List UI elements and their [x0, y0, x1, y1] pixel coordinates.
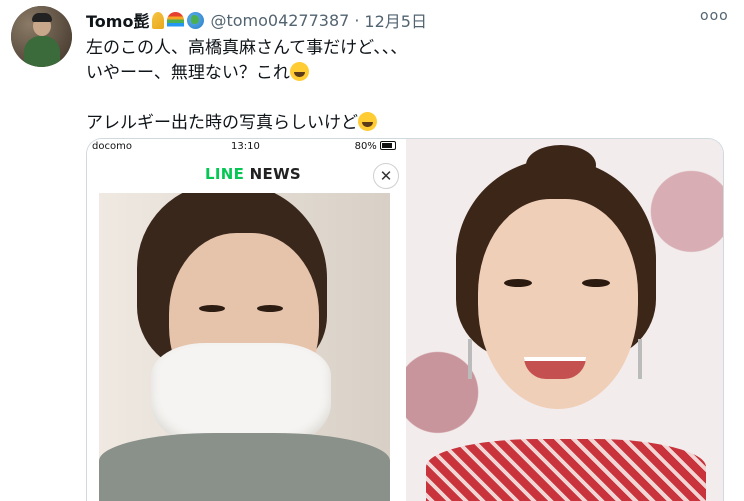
- line-news-logo: LINE NEWS: [205, 165, 301, 183]
- close-icon[interactable]: ✕: [373, 163, 399, 189]
- status-time: 13:10: [231, 141, 260, 152]
- masked-woman-photo: [99, 193, 390, 501]
- media-image-right[interactable]: [406, 139, 723, 501]
- photo-dress: [426, 439, 706, 501]
- author-avatar[interactable]: [11, 6, 72, 67]
- tweet-text: 左のこの人、高橋真麻さんて事だけど、、、 いやーー、無理ない？これ アレルギー出…: [86, 36, 726, 136]
- author-name[interactable]: Tomo髭: [86, 8, 149, 32]
- rainbow-emoji-icon: [167, 11, 185, 29]
- photo-earring-left: [468, 339, 472, 379]
- tweet-date[interactable]: 12月5日: [364, 8, 427, 32]
- more-options-icon[interactable]: ooo: [700, 8, 729, 24]
- author-handle[interactable]: @tomo04277387: [210, 11, 349, 30]
- tweet-line-2: いやーー、無理ない？これ: [86, 63, 290, 83]
- photo-eye-right: [257, 305, 283, 312]
- photo-eye-left: [504, 279, 532, 287]
- photo-earring-right: [638, 339, 642, 379]
- avatar-hair: [32, 13, 52, 22]
- tweet-header: Tomo髭 @tomo04277387 · 12月5日: [86, 8, 427, 32]
- news-logo-text: NEWS: [244, 165, 302, 183]
- rofl-emoji-icon: [289, 62, 309, 81]
- sweat-smile-emoji-icon: [358, 112, 377, 131]
- status-battery: 80%: [355, 141, 396, 152]
- header-separator: ·: [354, 10, 360, 30]
- ribbon-emoji-icon: [152, 11, 165, 29]
- status-carrier: docomo: [92, 141, 132, 152]
- photo-sweater: [99, 433, 390, 501]
- earth-emoji-icon: [187, 11, 205, 29]
- tweet-line-3: アレルギー出た時の写真らしいけど: [86, 113, 358, 133]
- tweet-media[interactable]: docomo 13:10 80% LINE NEWS ✕: [86, 138, 724, 501]
- battery-percent: 80%: [354, 141, 377, 152]
- tweet-line-1: 左のこの人、高橋真麻さんて事だけど、、、: [86, 38, 408, 58]
- photo-eye-right: [582, 279, 610, 287]
- battery-icon: [380, 141, 396, 150]
- photo-eye-left: [199, 305, 225, 312]
- media-image-left[interactable]: docomo 13:10 80% LINE NEWS ✕: [87, 139, 404, 501]
- avatar-body: [24, 36, 60, 67]
- line-news-app-bar: LINE NEWS ✕: [87, 157, 404, 193]
- photo-hair-bun: [526, 145, 596, 185]
- line-logo-text: LINE: [205, 165, 245, 183]
- phone-status-bar: docomo 13:10 80%: [87, 139, 404, 155]
